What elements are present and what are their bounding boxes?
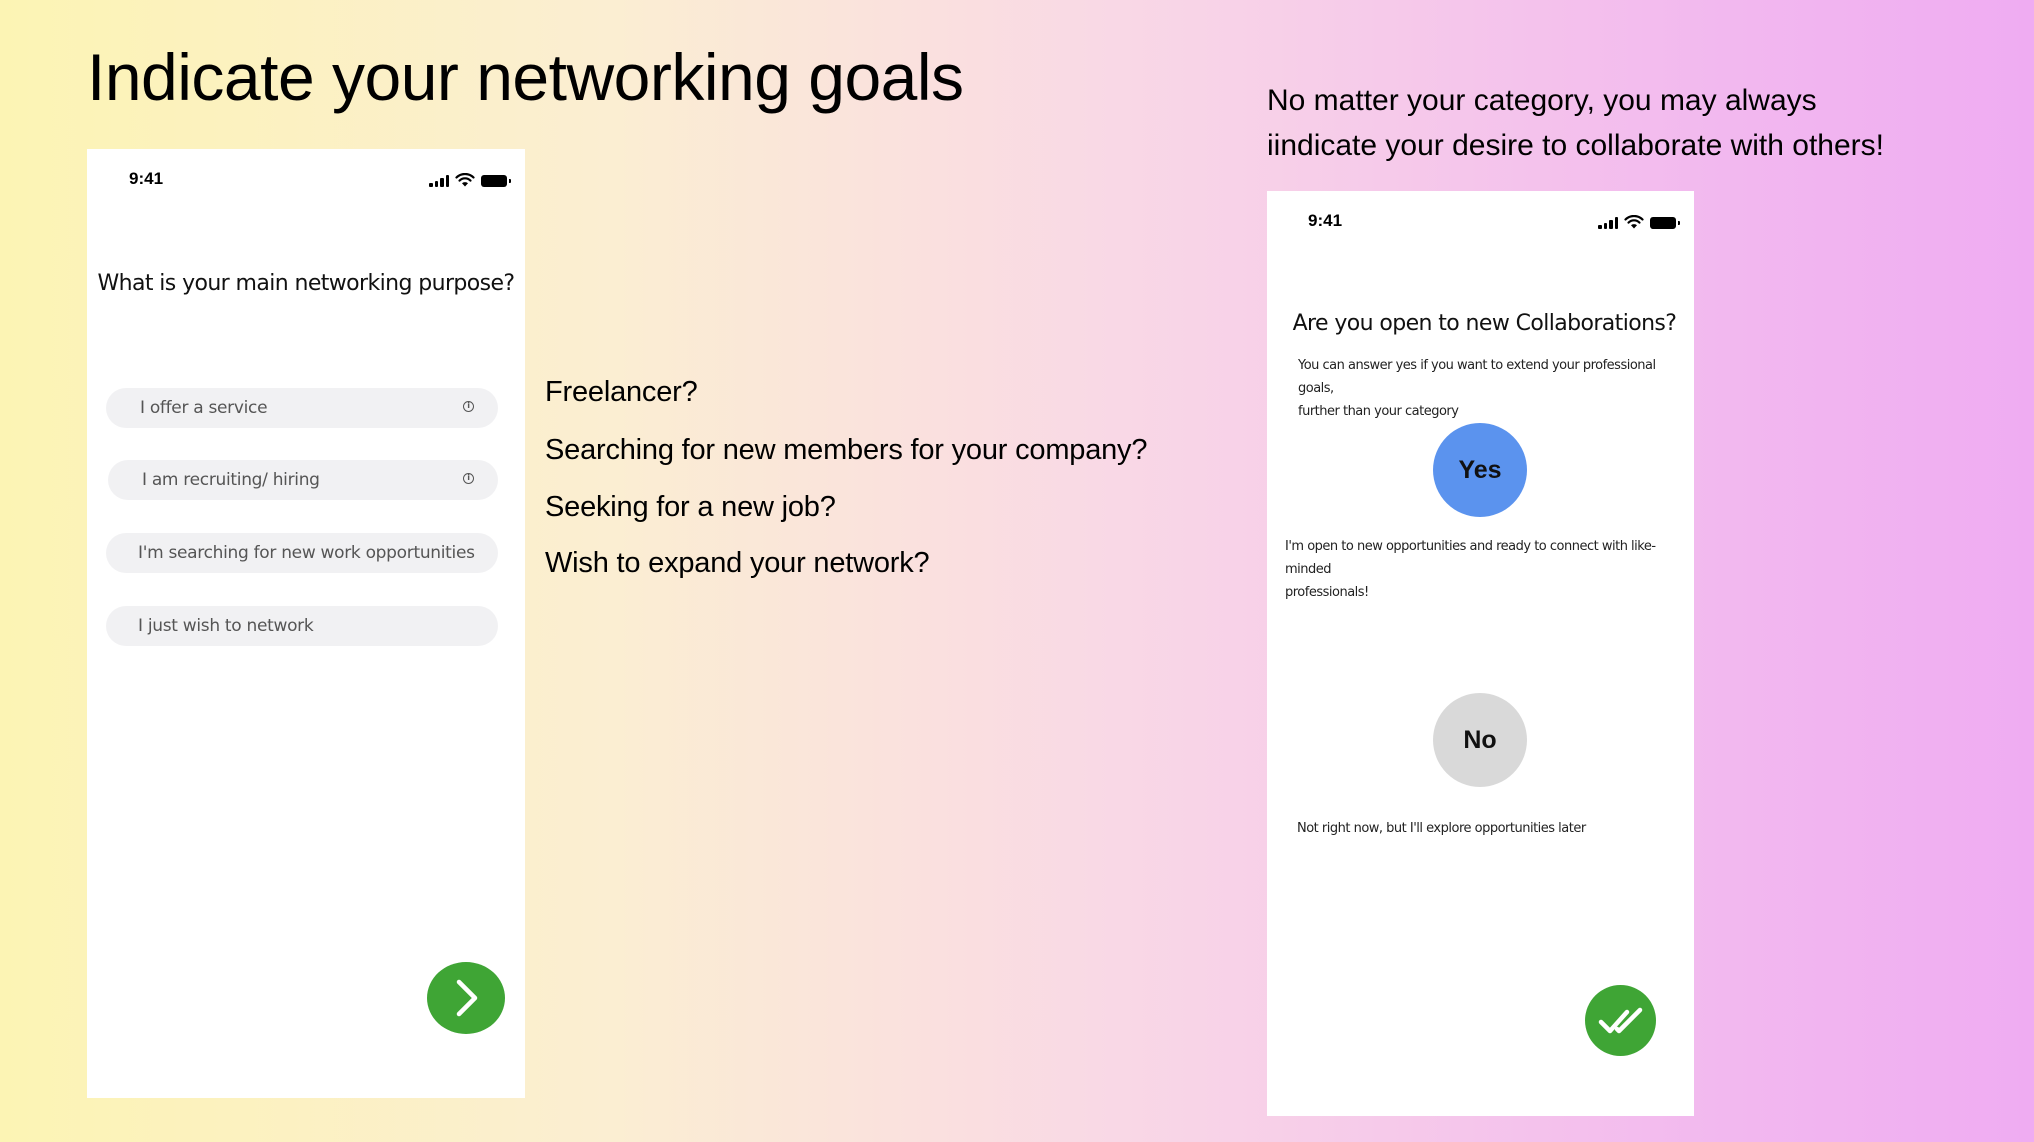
- double-check-icon: [1598, 1007, 1642, 1033]
- hint-line-2: further than your category: [1298, 404, 1459, 419]
- status-bar: 9:41: [87, 169, 525, 193]
- option-label: I am recruiting/ hiring: [142, 470, 320, 490]
- option-just-network[interactable]: I just wish to network: [106, 606, 498, 646]
- hint-line-1: You can answer yes if you want to extend…: [1298, 358, 1656, 396]
- hint-text: You can answer yes if you want to extend…: [1298, 354, 1694, 423]
- example-company-members: Searching for new members for your compa…: [545, 434, 1148, 466]
- next-button[interactable]: [427, 962, 505, 1034]
- status-icons: [1598, 215, 1680, 229]
- battery-icon: [1650, 217, 1680, 229]
- info-icon[interactable]: i: [463, 401, 474, 412]
- example-freelancer: Freelancer?: [545, 376, 698, 408]
- info-icon[interactable]: i: [463, 473, 474, 484]
- yes-description-line-2: professionals!: [1285, 585, 1369, 600]
- option-offer-service[interactable]: I offer a service i: [106, 388, 498, 428]
- yes-description-line-1: I'm open to new opportunities and ready …: [1285, 539, 1656, 577]
- right-caption-line-2: iindicate your desire to collaborate wit…: [1267, 129, 1884, 162]
- question-title: What is your main networking purpose?: [97, 271, 516, 296]
- example-expand-network: Wish to expand your network?: [545, 547, 930, 579]
- option-label: I offer a service: [140, 398, 268, 418]
- wifi-icon: [1624, 215, 1644, 229]
- option-recruiting-hiring[interactable]: I am recruiting/ hiring i: [108, 460, 498, 500]
- wifi-icon: [455, 173, 475, 187]
- chevron-right-icon: [456, 979, 478, 1017]
- option-label: I'm searching for new work opportunities: [138, 543, 475, 563]
- yes-description: I'm open to new opportunities and ready …: [1285, 535, 1694, 604]
- confirm-button[interactable]: [1585, 985, 1656, 1056]
- example-new-job: Seeking for a new job?: [545, 491, 836, 523]
- option-label: I just wish to network: [138, 616, 314, 636]
- signal-icon: [429, 174, 449, 187]
- status-time: 9:41: [1308, 211, 1343, 230]
- question-title: Are you open to new Collaborations?: [1292, 311, 1677, 336]
- slide-title: Indicate your networking goals: [87, 40, 964, 114]
- yes-button[interactable]: Yes: [1433, 423, 1527, 517]
- status-time: 9:41: [129, 169, 164, 188]
- right-caption: No matter your category, you may always …: [1267, 78, 1967, 168]
- right-caption-line-1: No matter your category, you may always: [1267, 84, 1817, 117]
- no-button[interactable]: No: [1433, 693, 1527, 787]
- status-bar: 9:41: [1267, 211, 1694, 235]
- phone-mockup-networking-purpose: 9:41 What is your main networking purpos…: [87, 149, 525, 1098]
- phone-mockup-collaborations: 9:41 Are you open to new Collaborations?…: [1267, 191, 1694, 1116]
- no-description: Not right now, but I'll explore opportun…: [1297, 821, 1586, 836]
- status-icons: [429, 173, 511, 187]
- battery-icon: [481, 175, 511, 187]
- signal-icon: [1598, 216, 1618, 229]
- option-work-opportunities[interactable]: I'm searching for new work opportunities: [106, 533, 498, 573]
